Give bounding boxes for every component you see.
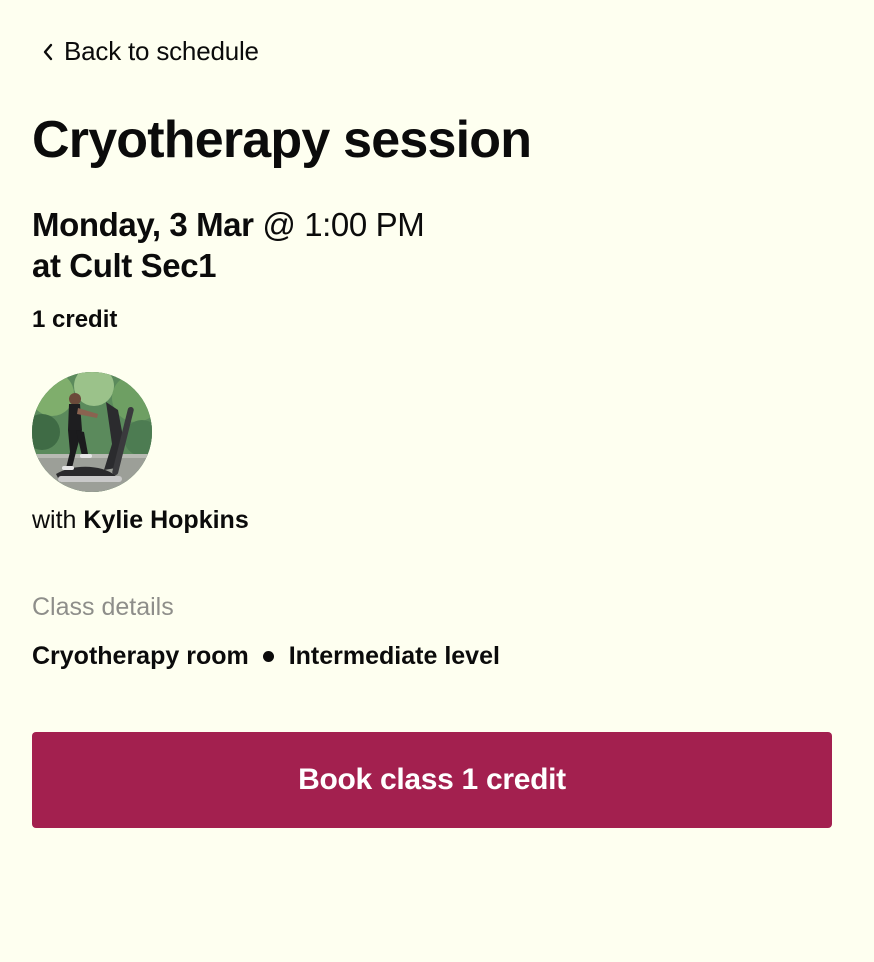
class-room: Cryotherapy room [32, 642, 249, 670]
class-level: Intermediate level [288, 642, 500, 670]
class-details-heading: Class details [32, 593, 174, 621]
instructor-prefix: with [32, 506, 84, 534]
instructor-avatar [32, 372, 152, 492]
chevron-left-icon [43, 43, 53, 60]
page-title: Cryotherapy session [32, 111, 532, 169]
back-link-label: Back to schedule [64, 36, 259, 66]
bullet-separator-icon [262, 650, 274, 662]
instructor-photo [32, 372, 152, 492]
instructor-line: with Kylie Hopkins [32, 505, 249, 535]
back-to-schedule-link[interactable]: Back to schedule [42, 36, 259, 67]
session-time: @ 1:00 PM [253, 206, 425, 243]
book-class-button[interactable]: Book class 1 credit [32, 732, 832, 828]
session-credit: 1 credit [32, 306, 118, 333]
session-day: Monday, 3 Mar [32, 206, 254, 243]
session-location: at Cult Sec1 [32, 247, 217, 284]
instructor-name: Kylie Hopkins [83, 506, 249, 534]
class-details-row: Cryotherapy room Intermediate level [32, 641, 500, 671]
session-datetime: Monday, 3 Mar @ 1:00 PM [32, 205, 425, 245]
